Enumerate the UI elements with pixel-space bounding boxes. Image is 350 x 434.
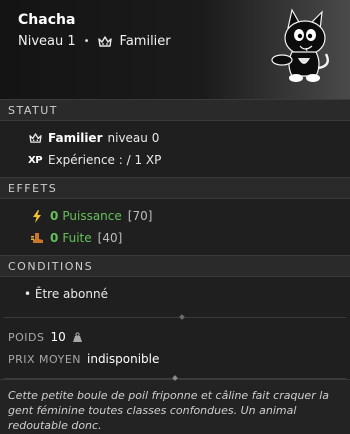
xp-icon: XP: [27, 154, 43, 166]
effect-bracket: [40]: [97, 231, 123, 245]
familier-label: Familier: [48, 131, 103, 145]
familier-crown-icon: [97, 35, 112, 47]
item-type: Familier: [119, 34, 171, 49]
card-header: Chacha Niveau 1 • Familier: [0, 0, 350, 99]
item-name: Chacha: [18, 12, 76, 28]
experience-text: Expérience : / 1 XP: [48, 153, 162, 167]
effect-bracket: [70]: [127, 209, 153, 223]
item-description: Cette petite boule de poil friponne et c…: [0, 379, 350, 434]
effect-row-puissance: 0 Puissance [70]: [0, 205, 350, 227]
item-meta: POIDS 10 PRIX MOYEN indisponible: [0, 318, 350, 372]
section-effets-title: EFFETS: [0, 177, 350, 199]
section-statut: Familier niveau 0 XP Expérience : / 1 XP: [0, 121, 350, 177]
effect-value: 0: [50, 209, 59, 223]
black-cat-portrait-icon: [271, 8, 329, 82]
item-level: Niveau 1: [18, 34, 76, 49]
prix-value: indisponible: [87, 352, 160, 366]
boot-icon: [30, 232, 44, 244]
section-effets: 0 Puissance [70] 0 Fuite [40]: [0, 199, 350, 255]
poids-value: 10: [50, 330, 66, 344]
familier-level: niveau 0: [107, 131, 160, 145]
prix-row: PRIX MOYEN indisponible: [8, 348, 350, 370]
effect-name: Puissance: [62, 209, 122, 223]
effect-value: 0: [50, 231, 59, 245]
effect-name: Fuite: [62, 231, 92, 245]
divider-ornament: [4, 314, 346, 320]
prix-label: PRIX MOYEN: [8, 352, 81, 366]
lightning-icon: [30, 209, 44, 223]
section-statut-title: STATUT: [0, 99, 350, 121]
effect-row-fuite: 0 Fuite [40]: [0, 227, 350, 249]
separator-dot: •: [83, 35, 90, 47]
section-conditions: • Être abonné: [0, 277, 350, 317]
item-card: Chacha Niveau 1 • Familier STATUT Famili…: [0, 0, 350, 434]
divider-ornament-bottom: [4, 375, 346, 381]
familier-crown-icon: [28, 132, 42, 144]
poids-label: POIDS: [8, 330, 45, 344]
item-subline: Niveau 1 • Familier: [18, 34, 171, 49]
weight-icon: [72, 331, 82, 342]
condition-item: • Être abonné: [24, 287, 108, 301]
section-conditions-title: CONDITIONS: [0, 255, 350, 277]
poids-row: POIDS 10: [8, 326, 350, 348]
experience-row: XP Expérience : / 1 XP: [0, 149, 350, 171]
familier-row: Familier niveau 0: [0, 127, 350, 149]
